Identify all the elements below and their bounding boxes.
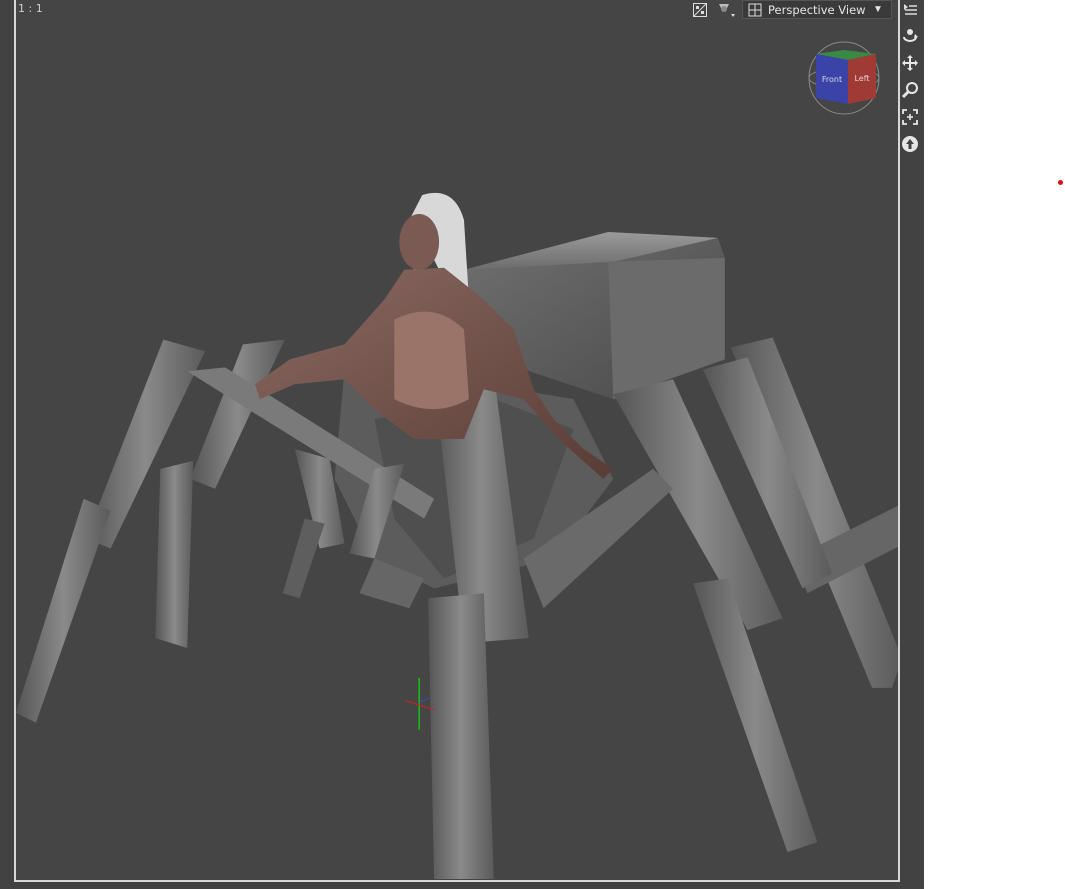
pan-icon[interactable] xyxy=(900,49,920,76)
chevron-down-icon: ▼ xyxy=(873,4,883,15)
nav-cube-front-label: Front xyxy=(822,75,842,84)
view-mode-dropdown[interactable]: Perspective View ▼ xyxy=(742,0,892,19)
orbit-icon[interactable] xyxy=(900,22,920,49)
view-mode-label: Perspective View xyxy=(768,2,866,17)
frame-icon[interactable] xyxy=(900,103,920,130)
marker-dot xyxy=(1058,180,1063,185)
origin-axis-gizmo xyxy=(406,677,435,730)
render-toggle-icon[interactable] xyxy=(690,0,710,20)
viewport-3d[interactable] xyxy=(14,0,900,882)
nav-cube[interactable]: Front Left xyxy=(806,38,882,116)
scene-render[interactable] xyxy=(16,0,898,880)
app-window: 1 : 1 Perspective View ▼ Front Left xyxy=(0,0,1065,889)
camera-toolbar xyxy=(900,22,920,182)
zoom-icon[interactable] xyxy=(900,76,920,103)
zoom-ratio-label: 1 : 1 xyxy=(18,2,43,15)
viewport-options-icon[interactable] xyxy=(900,0,920,20)
reset-view-icon[interactable] xyxy=(900,130,920,157)
nav-cube-left-label: Left xyxy=(854,74,869,83)
perspective-grid-icon xyxy=(748,3,762,16)
camera-menu-icon[interactable] xyxy=(716,0,736,20)
